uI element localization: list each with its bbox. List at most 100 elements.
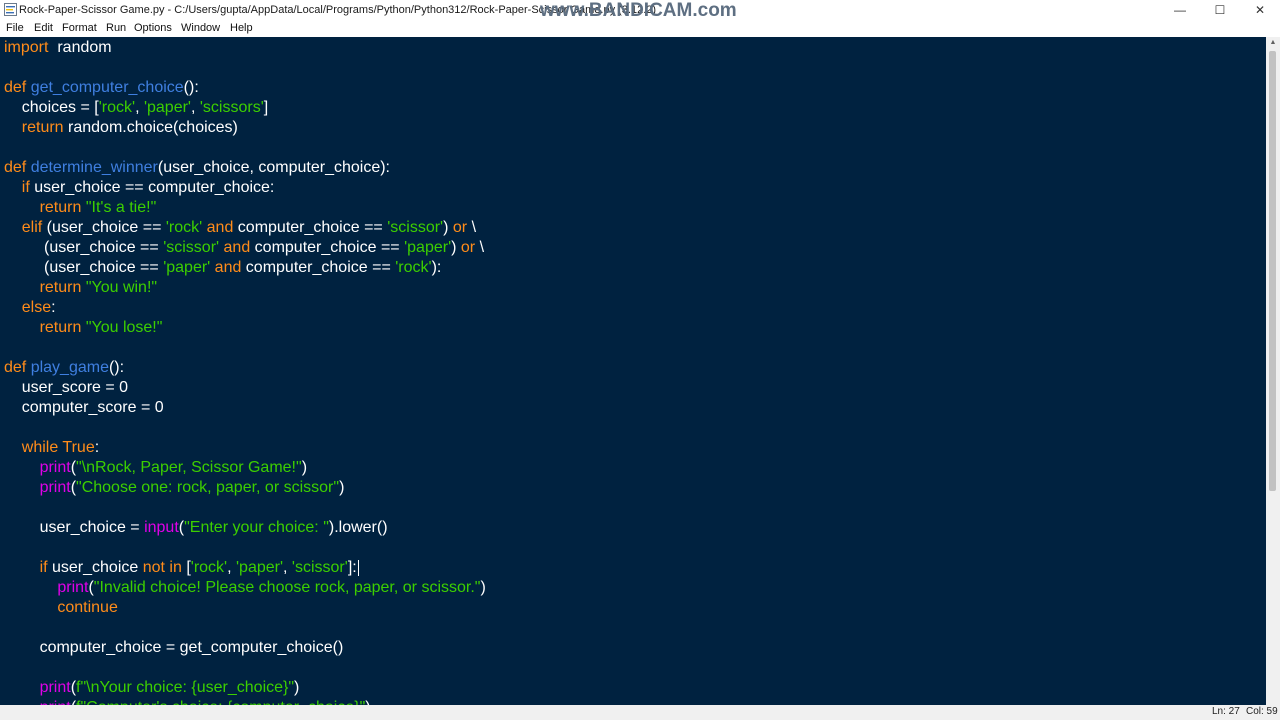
code-token: user_choice = xyxy=(4,519,145,536)
code-token: 'scissor' xyxy=(163,239,220,256)
code-line[interactable]: print("\nRock, Paper, Scissor Game!") xyxy=(4,458,486,478)
code-line[interactable]: return "You win!" xyxy=(4,278,486,298)
code-line[interactable]: print(f"\nYour choice: {user_choice}") xyxy=(4,678,486,698)
menu-options[interactable]: Options xyxy=(134,22,172,35)
code-line[interactable]: def play_game(): xyxy=(4,358,486,378)
menu-window[interactable]: Window xyxy=(181,22,220,35)
code-line[interactable]: def determine_winner(user_choice, comput… xyxy=(4,158,486,178)
code-line[interactable] xyxy=(4,418,486,438)
code-line[interactable]: print(f"Computer's choice: {computer_cho… xyxy=(4,698,486,705)
code-token: determine_winner xyxy=(30,159,158,176)
code-token: 'rock' xyxy=(98,99,136,116)
code-token: computer_choice == xyxy=(250,239,405,256)
code-token: random.choice(choices) xyxy=(63,119,238,136)
minimize-button[interactable]: — xyxy=(1160,0,1200,20)
menu-format[interactable]: Format xyxy=(62,22,97,35)
status-line-number: Ln: 27 xyxy=(1212,706,1240,717)
code-token: and xyxy=(219,239,251,256)
menu-run[interactable]: Run xyxy=(106,22,126,35)
scroll-up-arrow-icon[interactable]: ▲ xyxy=(1266,37,1280,49)
code-line[interactable]: computer_score = 0 xyxy=(4,398,486,418)
code-token: return xyxy=(4,119,64,136)
code-line[interactable]: if user_choice not in ['rock', 'paper', … xyxy=(4,558,486,578)
code-line[interactable]: computer_choice = get_computer_choice() xyxy=(4,638,486,658)
code-token: while xyxy=(4,439,59,456)
code-token: input xyxy=(144,519,179,536)
code-line[interactable] xyxy=(4,538,486,558)
menu-edit[interactable]: Edit xyxy=(34,22,53,35)
code-token: 'rock' xyxy=(395,259,432,276)
code-token: (user_choice == xyxy=(4,239,164,256)
code-token: ): xyxy=(431,259,442,276)
menu-file[interactable]: File xyxy=(6,22,24,35)
menu-help[interactable]: Help xyxy=(230,22,253,35)
code-line[interactable]: print("Invalid choice! Please choose roc… xyxy=(4,578,485,598)
code-token: import xyxy=(4,39,49,56)
code-token: user_score = 0 xyxy=(4,379,129,396)
code-line[interactable]: continue xyxy=(4,598,486,618)
status-column-number: Col: 59 xyxy=(1246,706,1278,717)
code-line[interactable]: (user_choice == 'scissor' and computer_c… xyxy=(4,238,486,258)
code-token: (user_choice == xyxy=(42,219,166,236)
code-line[interactable] xyxy=(4,618,486,638)
code-token: (user_choice == xyxy=(4,259,164,276)
code-editor[interactable]: import random def get_computer_choice(): … xyxy=(0,37,1266,705)
vertical-scrollbar[interactable]: ▲ xyxy=(1266,37,1280,705)
code-line[interactable]: import random xyxy=(4,38,486,58)
menu-bar: File Edit Format Run Options Window Help xyxy=(0,20,1280,37)
code-token: elif xyxy=(4,219,43,236)
code-line[interactable]: else: xyxy=(4,298,486,318)
code-token: and xyxy=(210,259,242,276)
code-token: "You win!" xyxy=(85,279,158,296)
code-token: \ xyxy=(467,219,477,236)
code-token: 'paper' xyxy=(404,239,452,256)
bandicam-watermark: www.BANDICAM.com xyxy=(540,0,737,21)
code-token: random xyxy=(48,39,112,56)
code-token: def xyxy=(4,79,31,96)
code-token: \ xyxy=(475,239,485,256)
maximize-button[interactable]: ☐ xyxy=(1200,0,1240,20)
code-token: return xyxy=(4,279,86,296)
code-line[interactable]: while True: xyxy=(4,438,486,458)
code-token: if xyxy=(4,179,30,196)
code-text[interactable]: import random def get_computer_choice(): … xyxy=(4,38,486,705)
close-button[interactable]: ✕ xyxy=(1240,0,1280,20)
code-line[interactable]: choices = ['rock', 'paper', 'scissors'] xyxy=(4,98,486,118)
code-token: def xyxy=(4,359,31,376)
code-line[interactable]: print("Choose one: rock, paper, or sciss… xyxy=(4,478,486,498)
code-token: continue xyxy=(4,599,118,616)
code-line[interactable]: user_choice = input("Enter your choice: … xyxy=(4,518,486,538)
code-line[interactable] xyxy=(4,498,486,518)
code-line[interactable] xyxy=(4,138,486,158)
code-token: , xyxy=(190,99,200,116)
code-token: 'rock' xyxy=(165,219,203,236)
code-line[interactable] xyxy=(4,58,486,78)
code-line[interactable]: return random.choice(choices) xyxy=(4,118,486,138)
code-token: return xyxy=(4,319,86,336)
code-token: ]: xyxy=(347,559,357,576)
code-line[interactable]: elif (user_choice == 'rock' and computer… xyxy=(4,218,486,238)
code-token: 'scissor' xyxy=(387,219,444,236)
code-line[interactable]: (user_choice == 'paper' and computer_cho… xyxy=(4,258,486,278)
code-line[interactable]: user_score = 0 xyxy=(4,378,486,398)
code-line[interactable]: def get_computer_choice(): xyxy=(4,78,486,98)
code-token: choices = [ xyxy=(4,99,99,116)
code-token: or xyxy=(452,219,468,236)
code-line[interactable] xyxy=(4,658,486,678)
code-line[interactable]: return "It's a tie!" xyxy=(4,198,486,218)
code-token: 'scissors' xyxy=(199,99,264,116)
code-token: "You lose!" xyxy=(85,319,163,336)
code-token: print xyxy=(4,679,71,696)
code-token: print xyxy=(4,459,71,476)
code-token: "Invalid choice! Please choose rock, pap… xyxy=(93,579,481,596)
code-line[interactable] xyxy=(4,338,486,358)
code-token: ) xyxy=(301,459,308,476)
code-line[interactable]: if user_choice == computer_choice: xyxy=(4,178,486,198)
code-line[interactable]: return "You lose!" xyxy=(4,318,486,338)
scrollbar-thumb[interactable] xyxy=(1269,51,1276,491)
text-cursor xyxy=(357,559,359,576)
code-token: "\nRock, Paper, Scissor Game!" xyxy=(76,459,302,476)
code-token: : xyxy=(94,439,100,456)
code-token: if xyxy=(4,559,48,576)
code-token: 'scissor' xyxy=(291,559,348,576)
